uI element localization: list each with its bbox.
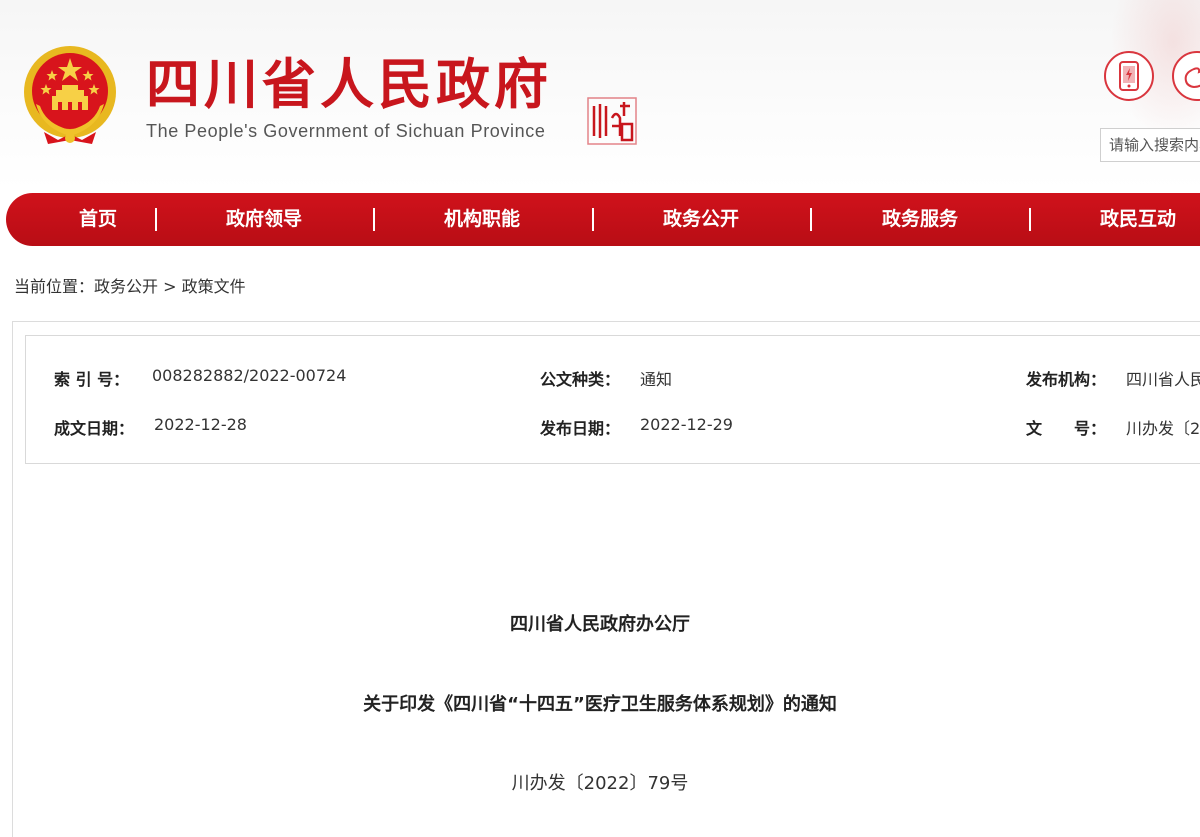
breadcrumb-link-gov-affairs[interactable]: 政务公开	[94, 277, 158, 296]
site-title: 四川省人民政府	[146, 53, 552, 116]
nav-separator	[592, 208, 594, 231]
doc-type-value: 通知	[640, 370, 673, 389]
sichuan-seal-icon	[587, 97, 637, 145]
breadcrumb: 当前位置：政务公开 > 政策文件	[14, 273, 246, 297]
nav-separator	[1029, 208, 1031, 231]
document-number: 川办发〔2022〕79号	[511, 773, 689, 794]
document-issuer: 四川省人民政府办公厅	[510, 614, 690, 635]
written-date-value: 2022-12-28	[154, 415, 247, 434]
nav-item-functions[interactable]: 机构职能	[444, 193, 520, 246]
nav-item-interaction[interactable]: 政民互动	[1100, 193, 1176, 246]
site-header: 四川省人民政府 The People's Government of Sichu…	[0, 0, 1200, 190]
breadcrumb-link-policy-docs[interactable]: 政策文件	[182, 277, 246, 296]
publisher-value: 四川省人民	[1126, 370, 1200, 389]
nav-separator	[810, 208, 812, 231]
mobile-icon	[1119, 61, 1139, 91]
search-input[interactable]	[1100, 128, 1200, 162]
mobile-button[interactable]	[1104, 51, 1154, 101]
written-date-label: 成文日期：	[54, 419, 135, 438]
publisher-label: 发布机构：	[1026, 370, 1107, 389]
national-emblem-icon[interactable]	[22, 44, 118, 148]
index-label: 索 引 号：	[54, 370, 130, 389]
nav-item-home[interactable]: 首页	[79, 193, 117, 246]
index-value: 008282882/2022-00724	[152, 366, 347, 385]
nav-separator	[155, 208, 157, 231]
main-nav: 首页 政府领导 机构职能 政务公开 政务服务 政民互动	[6, 193, 1200, 246]
nav-separator	[373, 208, 375, 231]
document-meta-box: 索 引 号： 008282882/2022-00724 公文种类： 通知 发布机…	[25, 335, 1200, 464]
nav-item-gov-affairs[interactable]: 政务公开	[663, 193, 739, 246]
doc-number-label: 文 号：	[1026, 419, 1107, 438]
nav-item-leaders[interactable]: 政府领导	[226, 193, 302, 246]
site-subtitle: The People's Government of Sichuan Provi…	[146, 121, 546, 141]
weibo-icon	[1184, 67, 1200, 89]
publish-date-label: 发布日期：	[540, 419, 621, 438]
breadcrumb-prefix: 当前位置：	[14, 277, 95, 296]
breadcrumb-separator: >	[163, 277, 177, 296]
nav-item-services[interactable]: 政务服务	[882, 193, 958, 246]
publish-date-value: 2022-12-29	[640, 415, 733, 434]
doc-type-label: 公文种类：	[540, 370, 621, 389]
doc-number-value: 川办发〔2	[1126, 419, 1200, 438]
document-title: 关于印发《四川省“十四五”医疗卫生服务体系规划》的通知	[363, 694, 837, 715]
